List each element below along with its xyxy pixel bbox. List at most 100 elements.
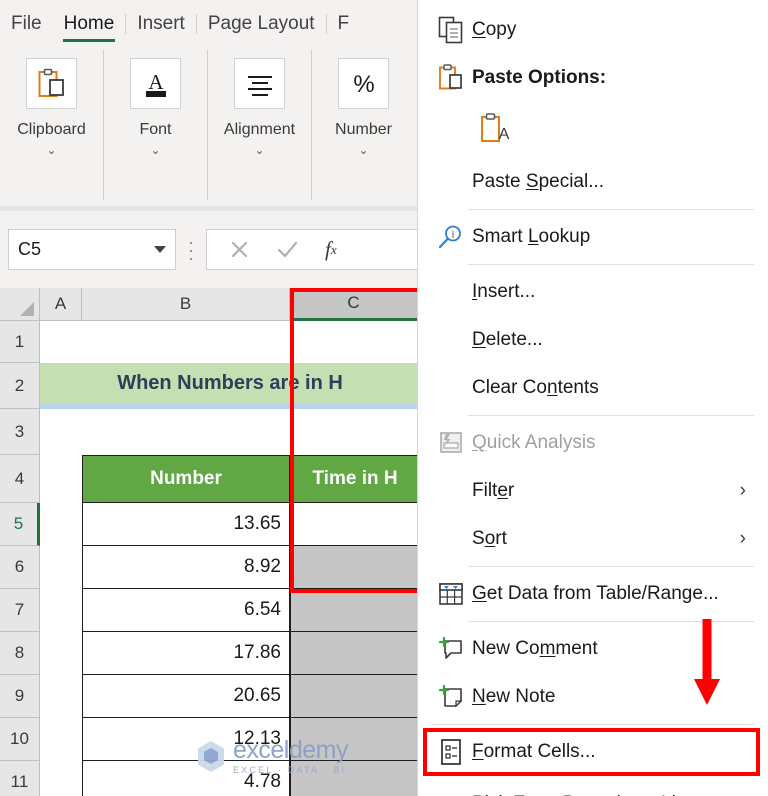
- tab-page-layout[interactable]: Page Layout: [197, 0, 326, 48]
- cell-b1[interactable]: [82, 321, 290, 363]
- cell-c5[interactable]: [290, 503, 420, 546]
- menu-item-copy[interactable]: Copy: [418, 6, 768, 54]
- tab-insert[interactable]: Insert: [126, 0, 196, 48]
- cell-value-c8: [290, 632, 420, 675]
- ribbon-group-font[interactable]: A Font ⌄: [104, 48, 207, 156]
- menu-item-format-cells-label: Format Cells...: [472, 741, 596, 762]
- cell-c6[interactable]: [290, 546, 420, 589]
- cell-a11[interactable]: [40, 761, 82, 796]
- cell-c1[interactable]: [290, 321, 420, 363]
- menu-item-smart-lookup[interactable]: i Smart Lookup: [418, 213, 768, 261]
- tab-file[interactable]: File: [0, 0, 53, 48]
- column-header-a[interactable]: A: [40, 288, 82, 321]
- row-header-8[interactable]: 8: [0, 632, 40, 675]
- cell-c3[interactable]: [290, 409, 420, 455]
- cell-value-b7: 6.54: [82, 589, 290, 632]
- chevron-down-icon[interactable]: ⌄: [358, 144, 368, 156]
- menu-item-clear-contents-label: Clear Contents: [472, 377, 599, 398]
- menu-item-quick-analysis-label: Quick Analysis: [472, 432, 596, 453]
- formula-input[interactable]: fx: [206, 229, 420, 270]
- row-header-5[interactable]: 5: [0, 503, 40, 546]
- chevron-down-icon[interactable]: ⌄: [150, 144, 160, 156]
- row-header-9[interactable]: 9: [0, 675, 40, 718]
- watermark-sub-text: EXCEL · DATA · BI: [233, 765, 347, 775]
- row-header-1[interactable]: 1: [0, 321, 40, 363]
- cell-value-b5: 13.65: [82, 503, 290, 546]
- tab-home[interactable]: Home: [53, 0, 126, 48]
- menu-item-get-data[interactable]: Get Data from Table/Range...: [418, 570, 768, 618]
- chevron-down-icon[interactable]: ⌄: [254, 144, 264, 156]
- smart-lookup-icon: i: [430, 223, 472, 251]
- cell-a6[interactable]: [40, 546, 82, 589]
- font-color-icon[interactable]: A: [130, 58, 181, 109]
- menu-item-filter[interactable]: Filter ›: [418, 467, 768, 515]
- column-header-b[interactable]: B: [82, 288, 290, 321]
- menu-item-pick-from-list[interactable]: Pick From Drop-down List...: [418, 780, 768, 796]
- cell-value-b8: 17.86: [82, 632, 290, 675]
- menu-item-paste-options[interactable]: Paste Options:: [418, 54, 768, 102]
- menu-item-delete-label: Delete...: [472, 329, 543, 350]
- cell-b8[interactable]: 17.86: [82, 632, 290, 675]
- fx-icon[interactable]: fx: [325, 237, 337, 262]
- svg-text:A: A: [148, 70, 164, 94]
- cell-c7[interactable]: [290, 589, 420, 632]
- annotation-arrow-icon: [690, 617, 730, 709]
- ribbon-group-clipboard[interactable]: Clipboard ⌄: [0, 48, 103, 156]
- menu-item-paste-special[interactable]: Paste Special...: [418, 158, 768, 206]
- menu-item-sort[interactable]: Sort ›: [418, 515, 768, 563]
- menu-item-sort-label: Sort: [472, 528, 507, 549]
- clipboard-icon[interactable]: [26, 58, 77, 109]
- paste-text-icon[interactable]: A: [480, 112, 514, 148]
- name-box[interactable]: C5: [8, 229, 176, 270]
- ribbon-group-number[interactable]: % Number ⌄: [312, 48, 415, 156]
- menu-separator: [468, 415, 754, 416]
- cell-a7[interactable]: [40, 589, 82, 632]
- cell-value-c7: [290, 589, 420, 632]
- alignment-icon[interactable]: [234, 58, 285, 109]
- chevron-down-icon[interactable]: ⌄: [46, 144, 56, 156]
- row-header-11[interactable]: 11: [0, 761, 40, 796]
- menu-item-clear-contents[interactable]: Clear Contents: [418, 364, 768, 412]
- column-header-c[interactable]: C: [290, 288, 418, 321]
- copy-icon: [430, 16, 472, 44]
- cell-b4[interactable]: Number: [82, 455, 290, 503]
- cell-b6[interactable]: 8.92: [82, 546, 290, 589]
- cell-b5[interactable]: 13.65: [82, 503, 290, 546]
- cell-a3[interactable]: [40, 409, 82, 455]
- cell-c4[interactable]: Time in H: [290, 455, 420, 503]
- row-header-7[interactable]: 7: [0, 589, 40, 632]
- cell-a4[interactable]: [40, 455, 82, 503]
- percent-icon[interactable]: %: [338, 58, 389, 109]
- check-icon[interactable]: [276, 239, 299, 260]
- cell-c9[interactable]: [290, 675, 420, 718]
- ribbon-group-clipboard-label: Clipboard: [17, 121, 86, 138]
- cell-a8[interactable]: [40, 632, 82, 675]
- table-header-time: Time in H: [290, 455, 420, 503]
- row-header-10[interactable]: 10: [0, 718, 40, 761]
- menu-item-insert[interactable]: Insert...: [418, 268, 768, 316]
- row-header-6[interactable]: 6: [0, 546, 40, 589]
- cell-a10[interactable]: [40, 718, 82, 761]
- row-header-3[interactable]: 3: [0, 409, 40, 455]
- menu-item-delete[interactable]: Delete...: [418, 316, 768, 364]
- cell-value-c6: [290, 546, 420, 589]
- ribbon-group-font-label: Font: [139, 121, 172, 138]
- ribbon-group-alignment[interactable]: Alignment ⌄: [208, 48, 311, 156]
- table-row: 2 When Numbers are in H: [0, 363, 420, 409]
- cell-b7[interactable]: 6.54: [82, 589, 290, 632]
- close-icon[interactable]: [229, 239, 250, 260]
- menu-item-format-cells[interactable]: Format Cells...: [418, 728, 768, 776]
- row-header-4[interactable]: 4: [0, 455, 40, 503]
- tab-formulas[interactable]: F: [327, 0, 361, 48]
- cell-a9[interactable]: [40, 675, 82, 718]
- sheet-title-banner: When Numbers are in H: [40, 363, 420, 404]
- cell-a5[interactable]: [40, 503, 82, 546]
- formula-bar-grip[interactable]: · · ·: [176, 233, 206, 267]
- cell-b3[interactable]: [82, 409, 290, 455]
- chevron-down-icon[interactable]: [154, 246, 166, 253]
- cell-b9[interactable]: 20.65: [82, 675, 290, 718]
- cell-a1[interactable]: [40, 321, 82, 363]
- select-all-corner[interactable]: [0, 288, 40, 321]
- cell-c8[interactable]: [290, 632, 420, 675]
- row-header-2[interactable]: 2: [0, 363, 40, 409]
